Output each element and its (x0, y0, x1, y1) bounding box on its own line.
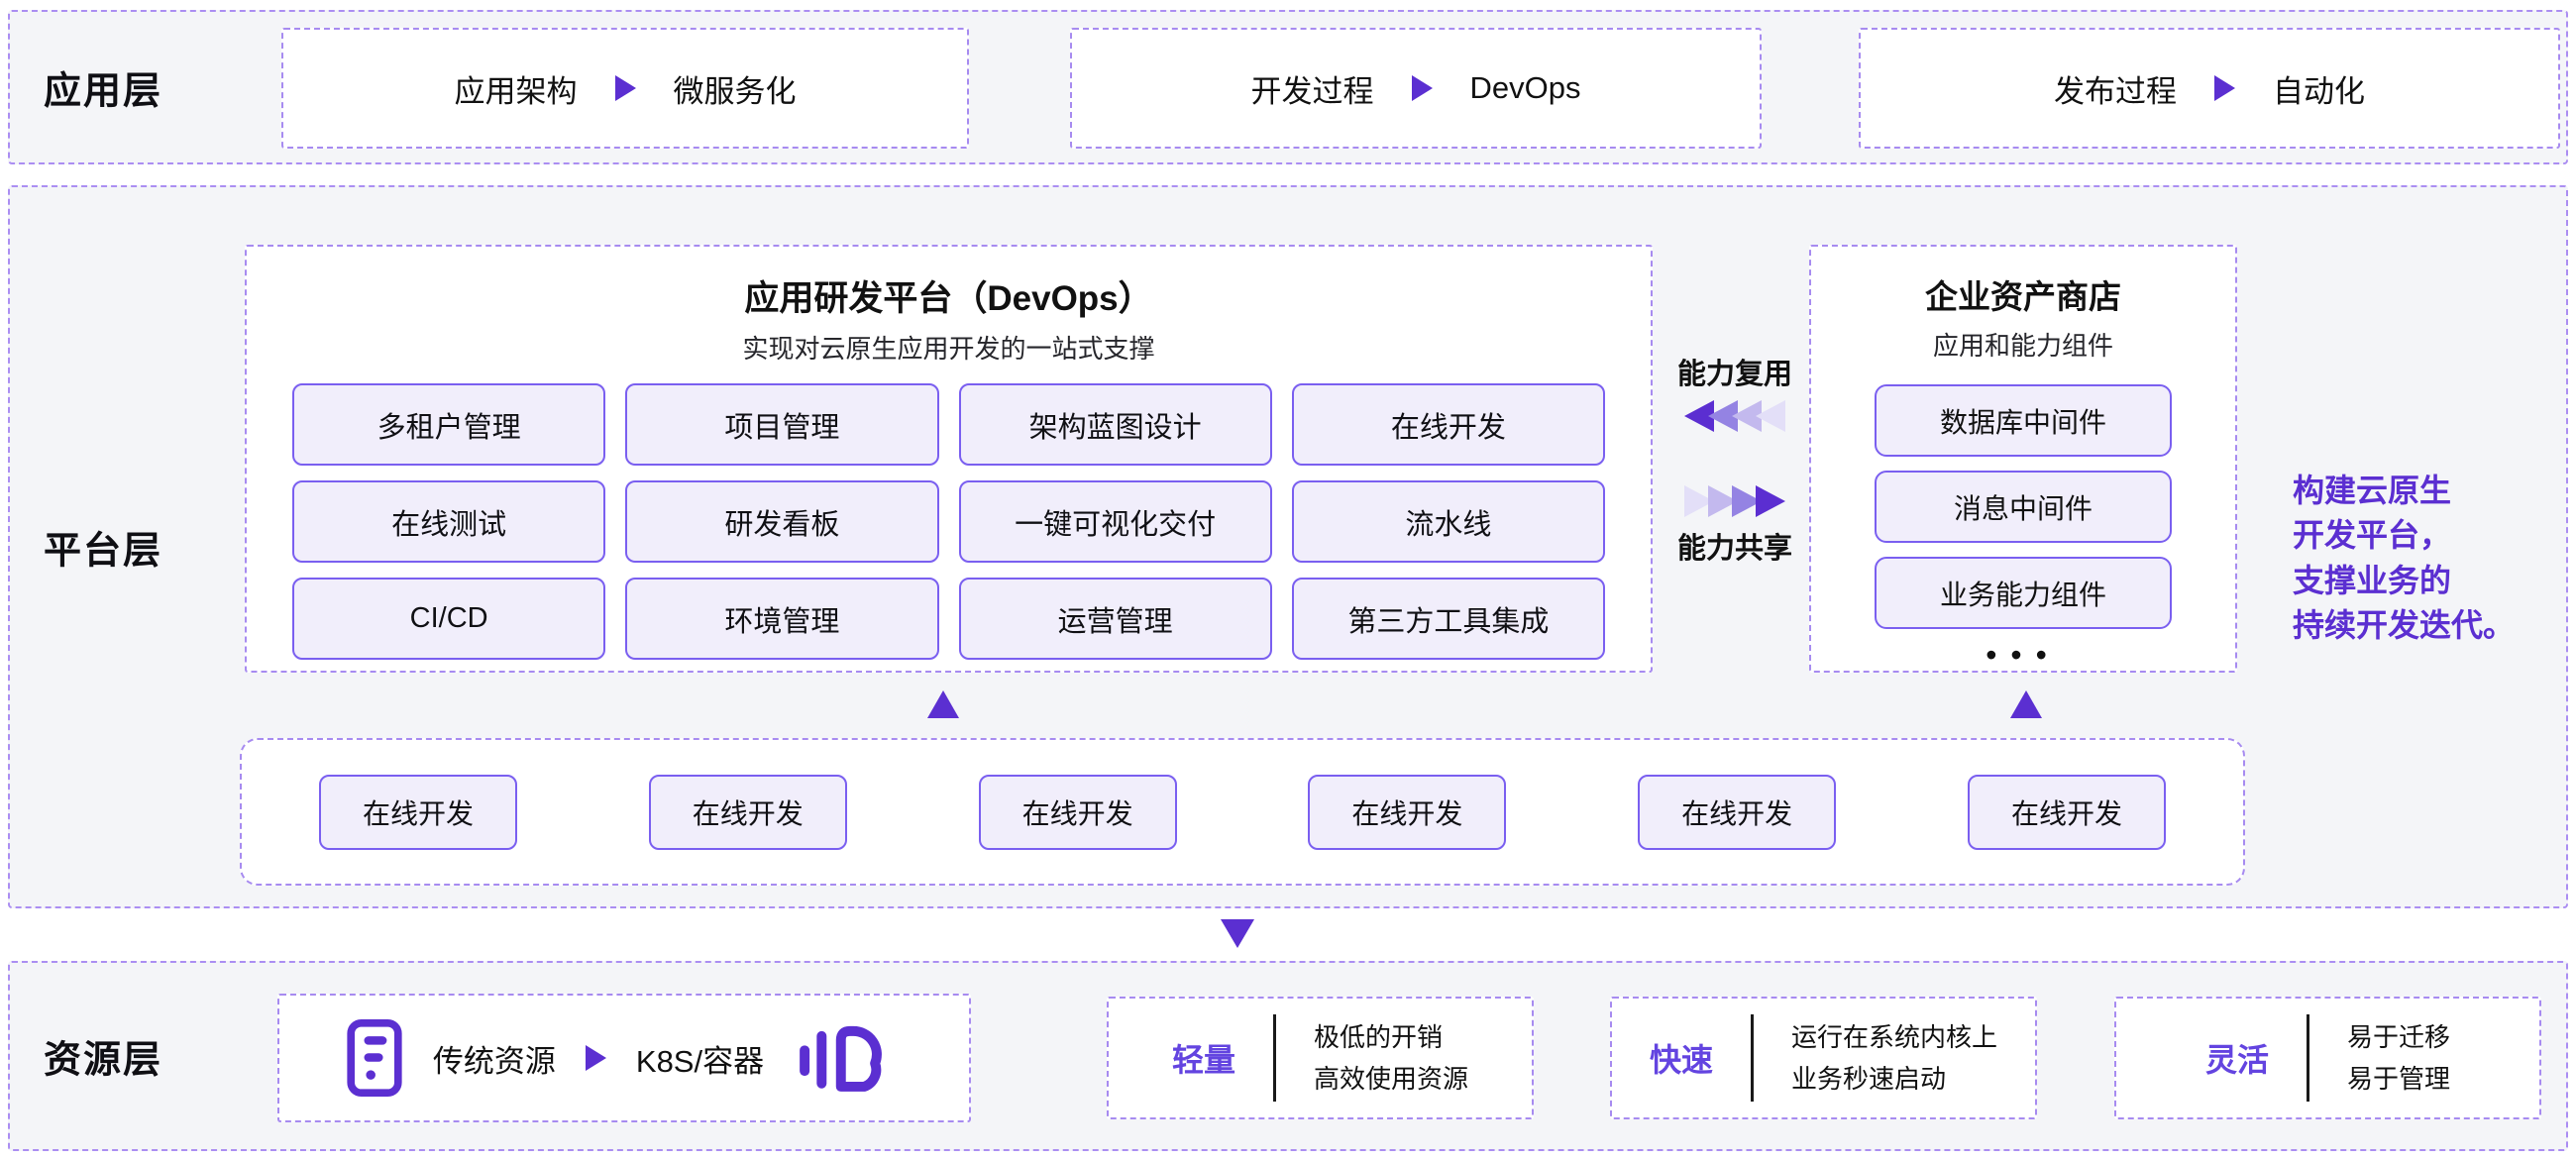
feature-label: 轻量 (1172, 1035, 1235, 1081)
feature-line: 高效使用资源 (1314, 1058, 1468, 1100)
online-dev-pill: 在线开发 (319, 775, 517, 850)
resource-transition-box: 传统资源 K8S/容器 (277, 994, 971, 1122)
divider (1273, 1014, 1276, 1102)
capability-pill: 项目管理 (625, 383, 938, 466)
triangle-right-icon (615, 75, 636, 101)
online-dev-pill: 在线开发 (1638, 775, 1836, 850)
online-dev-pill: 在线开发 (649, 775, 847, 850)
resource-from-label: 传统资源 (433, 1036, 556, 1081)
transition-from-label: 发布过程 (2054, 66, 2177, 111)
platform-layer-section: 平台层 应用研发平台（DevOps） 实现对云原生应用开发的一站式支撑 多租户管… (8, 185, 2568, 908)
feature-label: 快速 (1650, 1035, 1713, 1081)
capability-pill: 研发看板 (625, 480, 938, 563)
asset-store-box: 企业资产商店 应用和能力组件 数据库中间件 消息中间件 业务能力组件 ••• (1809, 245, 2237, 673)
online-dev-pill: 在线开发 (1308, 775, 1506, 850)
triangle-right-icon (1756, 485, 1785, 517)
store-component-pill: 业务能力组件 (1875, 557, 2172, 629)
app-transition-development: 开发过程 DevOps (1070, 28, 1762, 149)
devops-platform-subtitle: 实现对云原生应用开发的一站式支撑 (247, 329, 1651, 366)
feature-line: 运行在系统内核上 (1791, 1016, 1997, 1058)
arrows-right-icon (1687, 485, 1782, 517)
feature-description: 运行在系统内核上 业务秒速启动 (1791, 1016, 1997, 1100)
online-dev-pill: 在线开发 (979, 775, 1177, 850)
feature-line: 易于管理 (2347, 1058, 2450, 1100)
transition-to-label: 微服务化 (674, 66, 797, 111)
capability-pill: 运营管理 (959, 578, 1272, 660)
slogan-line: 持续开发迭代。 (2293, 603, 2566, 648)
resource-to-label: K8S/容器 (636, 1036, 764, 1081)
feature-line: 易于迁移 (2347, 1016, 2450, 1058)
feature-lightweight: 轻量 极低的开销 高效使用资源 (1107, 997, 1534, 1119)
slogan-line: 构建云原生 (2293, 469, 2566, 513)
capability-pill: 多租户管理 (292, 383, 605, 466)
platform-layer-label: 平台层 (44, 520, 162, 575)
online-dev-row: 在线开发 在线开发 在线开发 在线开发 在线开发 在线开发 (240, 738, 2245, 886)
transition-from-label: 应用架构 (455, 66, 578, 111)
capability-pill: 环境管理 (625, 578, 938, 660)
application-layer-label: 应用层 (44, 60, 162, 115)
cloud-container-icon (794, 1020, 903, 1096)
server-icon (346, 1018, 403, 1098)
resource-layer-label: 资源层 (44, 1029, 162, 1084)
capability-pill: CI/CD (292, 578, 605, 660)
arrows-left-icon (1687, 400, 1782, 432)
more-dots: ••• (1811, 637, 2235, 674)
capability-pill: 在线测试 (292, 480, 605, 563)
feature-description: 极低的开销 高效使用资源 (1314, 1016, 1468, 1100)
feature-label: 灵活 (2205, 1035, 2269, 1081)
capability-bridge: 能力复用 能力共享 (1653, 245, 1817, 673)
asset-store-title: 企业资产商店 (1811, 270, 2235, 318)
divider (2307, 1014, 2309, 1102)
triangle-down-icon (1221, 919, 1254, 948)
capability-pill: 流水线 (1292, 480, 1605, 563)
capability-pill: 第三方工具集成 (1292, 578, 1605, 660)
slogan-text: 构建云原生 开发平台， 支撑业务的 持续开发迭代。 (2293, 469, 2566, 649)
capability-pill: 在线开发 (1292, 383, 1605, 466)
capability-pill: 一键可视化交付 (959, 480, 1272, 563)
devops-platform-title: 应用研发平台（DevOps） (247, 270, 1651, 321)
transition-to-label: 自动化 (2273, 66, 2365, 111)
app-transition-release: 发布过程 自动化 (1859, 28, 2560, 149)
feature-flexible: 灵活 易于迁移 易于管理 (2114, 997, 2541, 1119)
triangle-right-icon (1412, 75, 1433, 101)
feature-description: 易于迁移 易于管理 (2347, 1016, 2450, 1100)
slogan-line: 支撑业务的 (2293, 559, 2566, 603)
capability-pill: 架构蓝图设计 (959, 383, 1272, 466)
store-component-pill: 消息中间件 (1875, 471, 2172, 543)
devops-capability-grid: 多租户管理 项目管理 架构蓝图设计 在线开发 在线测试 研发看板 一键可视化交付… (292, 383, 1605, 660)
triangle-up-icon (2010, 690, 2042, 718)
asset-store-subtitle: 应用和能力组件 (1811, 326, 2235, 363)
feature-fast: 快速 运行在系统内核上 业务秒速启动 (1610, 997, 2037, 1119)
devops-platform-box: 应用研发平台（DevOps） 实现对云原生应用开发的一站式支撑 多租户管理 项目… (245, 245, 1653, 673)
divider (1751, 1014, 1754, 1102)
slogan-line: 开发平台， (2293, 513, 2566, 558)
triangle-up-icon (927, 690, 959, 718)
feature-line: 极低的开销 (1314, 1016, 1468, 1058)
triangle-right-icon (2214, 75, 2235, 101)
capability-reuse-label: 能力复用 (1677, 351, 1792, 392)
application-layer-section: 应用层 应用架构 微服务化 开发过程 DevOps 发布过程 自动化 (8, 10, 2568, 164)
capability-share-label: 能力共享 (1677, 525, 1792, 567)
transition-to-label: DevOps (1470, 70, 1581, 106)
feature-line: 业务秒速启动 (1791, 1058, 1997, 1100)
store-component-pill: 数据库中间件 (1875, 384, 2172, 457)
online-dev-pill: 在线开发 (1968, 775, 2166, 850)
resource-layer-section: 资源层 传统资源 K8S/容器 轻量 极低的开销 高效使用资源 快速 运行在系统… (8, 961, 2568, 1151)
app-transition-architecture: 应用架构 微服务化 (281, 28, 969, 149)
transition-from-label: 开发过程 (1251, 66, 1374, 111)
triangle-right-icon (586, 1045, 606, 1071)
